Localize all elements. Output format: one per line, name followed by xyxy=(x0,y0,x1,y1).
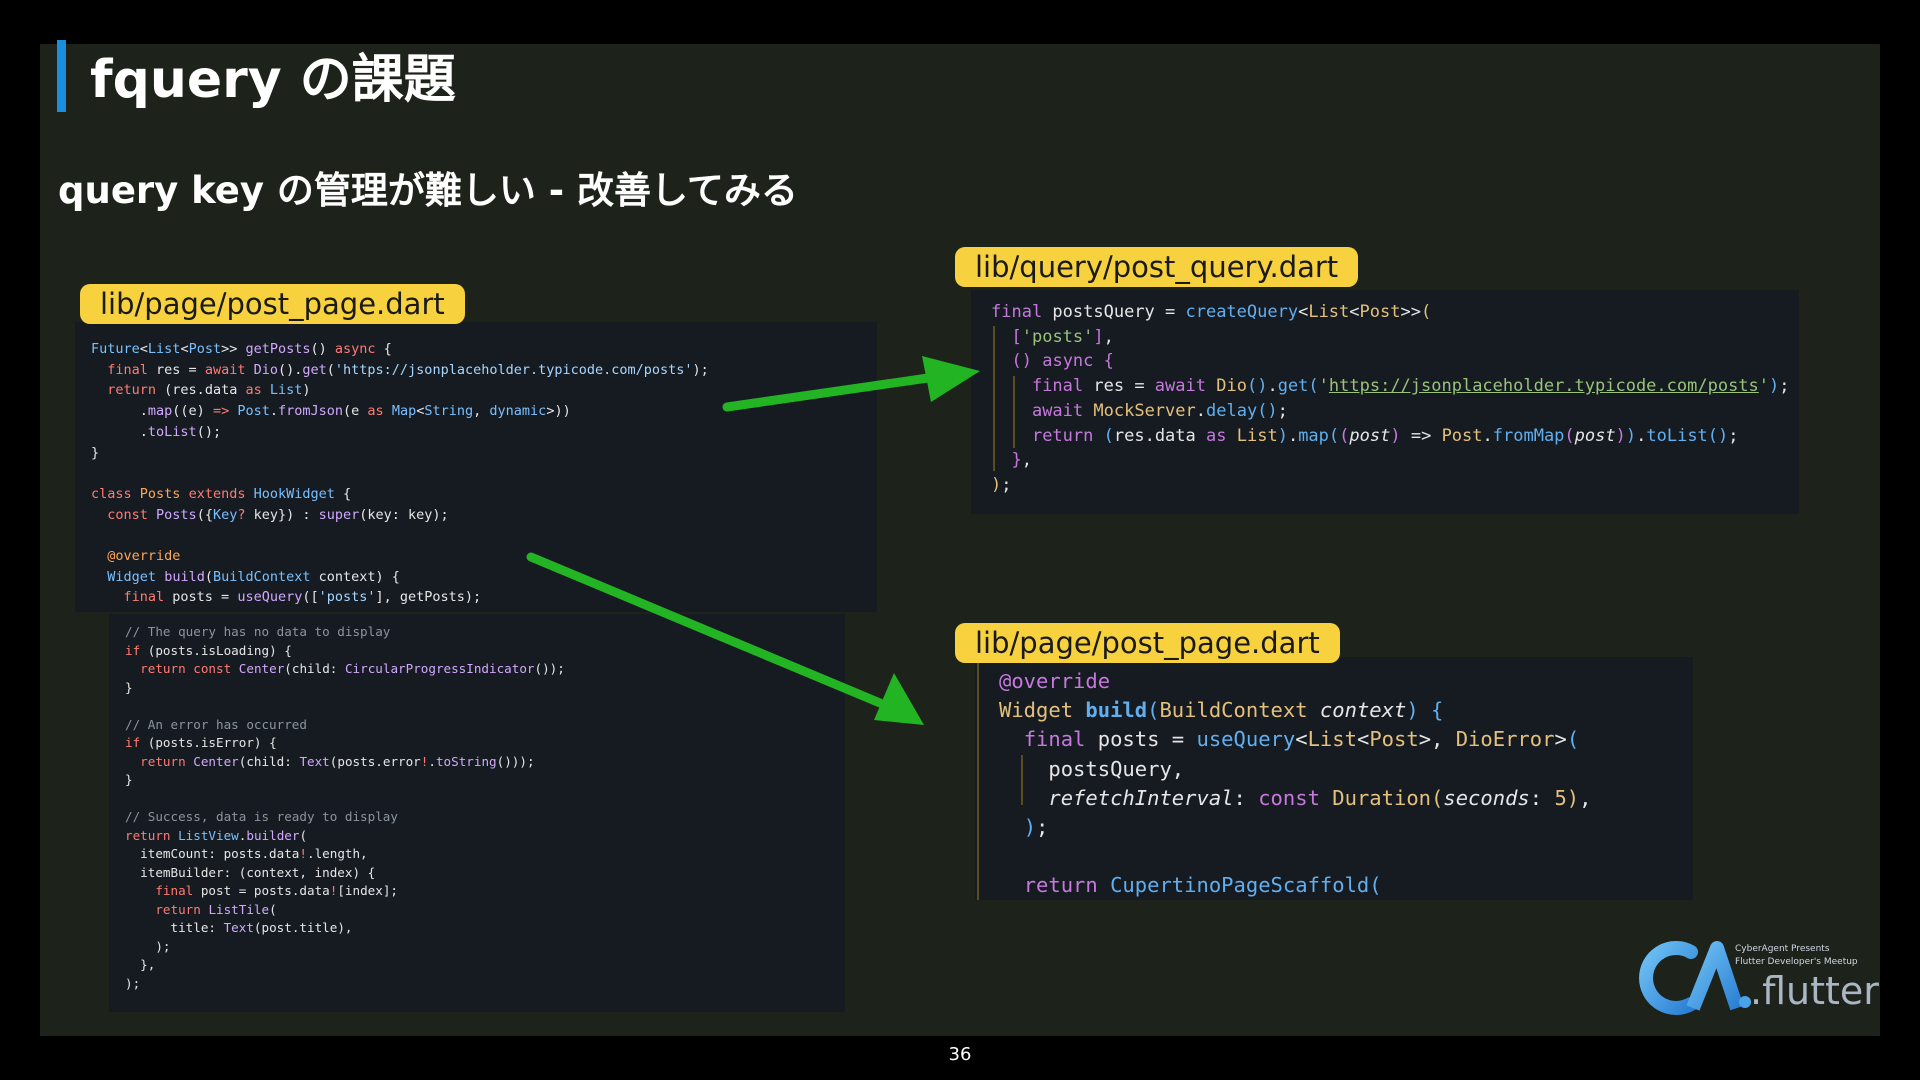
logo-wordmark: .flutter xyxy=(1750,969,1879,1013)
page-number: 36 xyxy=(948,1044,972,1065)
arrow-to-query-file xyxy=(722,356,980,412)
arrows xyxy=(526,356,980,725)
logo-caption: CyberAgent Presents Flutter Developer's … xyxy=(1735,944,1858,967)
arrow-to-page-file xyxy=(526,552,924,725)
